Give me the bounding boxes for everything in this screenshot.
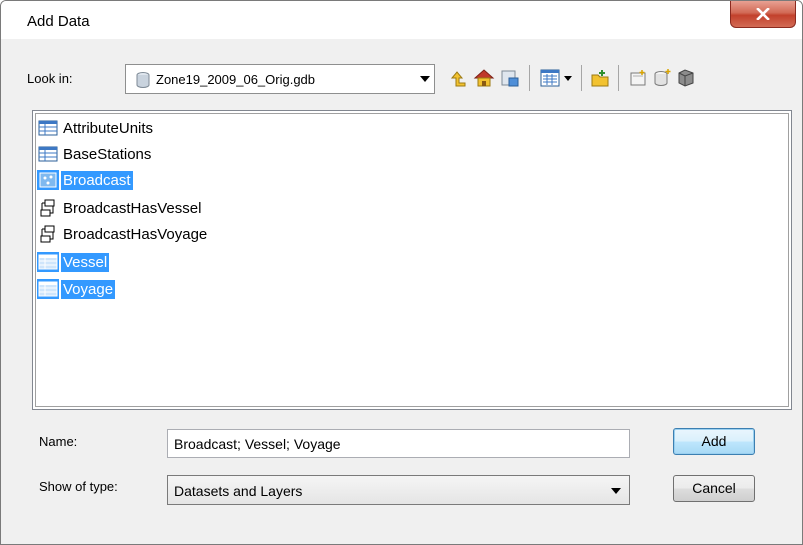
list-item-attributeunits[interactable]: AttributeUnits	[37, 117, 155, 139]
table-icon	[37, 252, 59, 272]
new-connection-button[interactable]	[589, 67, 611, 89]
catalog-button[interactable]	[675, 67, 697, 89]
close-icon	[756, 8, 770, 20]
list-item-label: Vessel	[61, 252, 110, 272]
list-item-broadcast[interactable]: Broadcast	[37, 169, 133, 191]
cancel-button[interactable]: Cancel	[673, 475, 755, 502]
home-button[interactable]	[473, 67, 495, 89]
relationship-class-icon	[37, 224, 59, 244]
look-in-dropdown[interactable]: Zone19_2009_06_Orig.gdb	[125, 64, 435, 94]
toolbar-separator	[581, 65, 582, 91]
home-icon	[473, 69, 495, 87]
view-list-button[interactable]	[539, 67, 561, 89]
point-feature-class-icon	[37, 170, 59, 190]
view-menu-button[interactable]	[561, 67, 575, 89]
view-menu-arrow-icon	[564, 75, 572, 81]
list-item-label: AttributeUnits	[63, 119, 154, 137]
look-in-label: Look in:	[27, 71, 73, 86]
list-item-label: BroadcastHasVessel	[63, 199, 202, 217]
chevron-down-icon	[611, 488, 621, 494]
add-data-dialog: Add Data Look in: Zone19_2009_06_Orig.gd…	[0, 0, 803, 545]
list-item-label: BroadcastHasVoyage	[63, 225, 208, 243]
up-one-level-icon	[450, 71, 466, 87]
connect-to-folder-icon	[501, 70, 519, 87]
connect-folder-button[interactable]	[499, 67, 521, 89]
new-folder-icon	[630, 70, 646, 86]
toolbar-separator	[618, 65, 619, 91]
title-bar[interactable]: Add Data	[1, 1, 802, 39]
relationship-class-icon	[37, 198, 59, 218]
show-of-type-value: Datasets and Layers	[174, 483, 303, 499]
list-item-broadcasthasvoyage[interactable]: BroadcastHasVoyage	[37, 223, 209, 245]
table-icon	[37, 279, 59, 299]
geodatabase-icon	[136, 72, 150, 93]
toolbar-separator	[529, 65, 530, 91]
list-item-label: Voyage	[61, 279, 116, 299]
catalog-icon	[678, 69, 694, 87]
new-database-button[interactable]	[651, 67, 673, 89]
file-list[interactable]: AttributeUnits BaseStations Broadcast Br…	[32, 110, 792, 410]
look-in-value: Zone19_2009_06_Orig.gdb	[156, 72, 316, 87]
list-item-label: Broadcast	[61, 170, 133, 190]
list-item-basestations[interactable]: BaseStations	[37, 143, 153, 165]
table-icon	[37, 118, 59, 138]
list-item-voyage[interactable]: Voyage	[37, 278, 116, 300]
close-button[interactable]	[730, 1, 796, 28]
add-button[interactable]: Add	[673, 428, 755, 455]
up-one-level-button[interactable]	[447, 67, 469, 89]
table-icon	[37, 144, 59, 164]
name-label: Name:	[39, 434, 78, 449]
list-item-label: BaseStations	[63, 145, 152, 163]
show-of-type-label: Show of type:	[39, 479, 118, 494]
name-input[interactable]: Broadcast; Vessel; Voyage	[167, 429, 630, 458]
chevron-down-icon	[420, 76, 430, 82]
list-item-vessel[interactable]: Vessel	[37, 251, 110, 273]
new-connection-icon	[591, 70, 609, 87]
new-folder-button[interactable]	[627, 67, 649, 89]
new-database-icon	[654, 69, 671, 86]
view-list-icon	[540, 69, 560, 87]
show-of-type-select[interactable]: Datasets and Layers	[167, 475, 630, 505]
dialog-title: Add Data	[27, 13, 90, 30]
list-item-broadcasthasvessel[interactable]: BroadcastHasVessel	[37, 197, 203, 219]
